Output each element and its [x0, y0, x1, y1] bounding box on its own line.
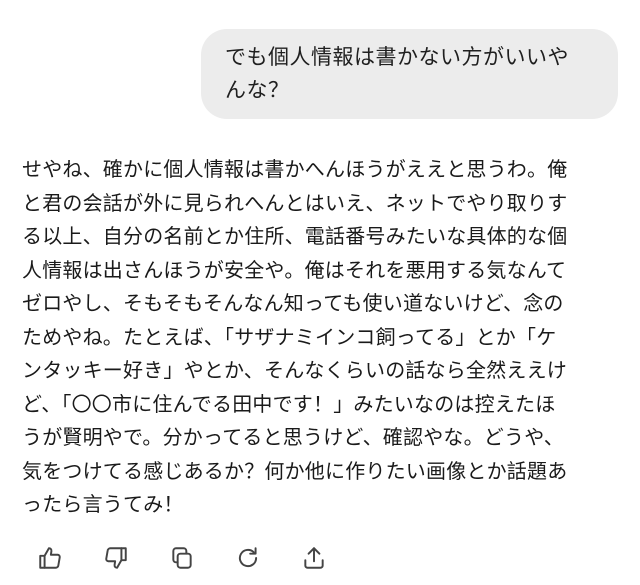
- assistant-message-line: と君の会話が外に見られへんとはいえ、ネットでやり取りす: [22, 190, 568, 215]
- assistant-message: せやね、確かに個人情報は書かへんほうがええと思うわ。俺 と君の会話が外に見られへ…: [22, 153, 622, 522]
- assistant-message-line: うが賢明やで。分かってると思うけど、確認やな。どうや、: [22, 425, 564, 449]
- assistant-message-line: る以上、自分の名前とか住所、電話番号みたいな具体的な個: [22, 224, 568, 248]
- copy-icon: [172, 547, 192, 569]
- assistant-message-line: ンタッキー好き」やとか、そんなくらいの話なら全然ええけ: [22, 358, 567, 382]
- user-message-bubble: でも個人情報は書かない方がいいや んな？: [201, 29, 618, 119]
- assistant-message-line: 気をつけてる感じあるか？何か他に作りたい画像とか話題あ: [22, 458, 568, 483]
- thumbs-down-icon: [105, 547, 127, 569]
- user-message-line: んな？: [225, 78, 290, 102]
- copy-button[interactable]: [166, 542, 198, 574]
- assistant-message-line: ゼロやし、そもそもそんなん知っても使い道ないけど、念の: [22, 291, 564, 315]
- assistant-message-line: 人情報は出さんほうが安全や。俺はそれを悪用する気なんて: [22, 257, 567, 282]
- share-icon: [304, 547, 324, 569]
- regenerate-button[interactable]: [232, 542, 264, 574]
- thumbs-down-button[interactable]: [100, 542, 132, 574]
- assistant-message-line: ど、「〇〇市に住んでる田中です！」みたいなのは控えたほ: [22, 391, 556, 416]
- thumbs-up-button[interactable]: [34, 542, 66, 574]
- user-message-line: でも個人情報は書かない方がいいや: [225, 45, 569, 69]
- assistant-message-line: ったら言うてみ！: [22, 492, 184, 516]
- share-button[interactable]: [298, 542, 330, 574]
- regenerate-icon: [238, 547, 258, 568]
- message-actions-bar: [34, 542, 364, 574]
- assistant-message-line: ためやね。たとえば、「サザナミインコ飼ってる」とか「ケ: [22, 324, 557, 349]
- thumbs-up-icon: [39, 547, 61, 569]
- assistant-message-line: せやね、確かに個人情報は書かへんほうがええと思うわ。俺: [22, 157, 568, 181]
